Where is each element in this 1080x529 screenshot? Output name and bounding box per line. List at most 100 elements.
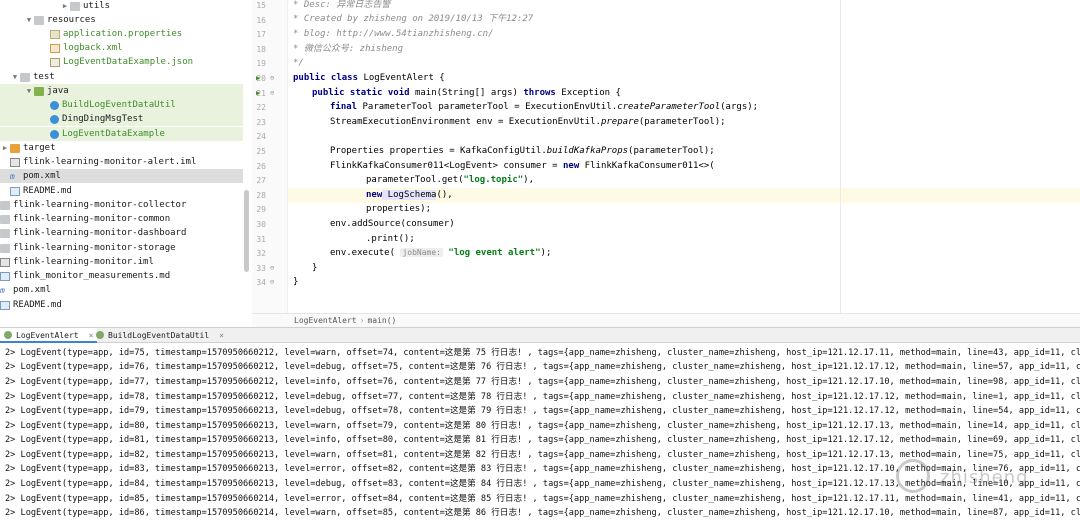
collapse-arrow-icon[interactable]: ▼	[24, 16, 34, 24]
expand-arrow-icon[interactable]: ▶	[0, 144, 10, 152]
line-number: 30	[256, 220, 266, 229]
maven-icon: m	[10, 171, 15, 181]
tree-item-measurements-md[interactable]: flink_monitor_measurements.md	[0, 269, 243, 283]
run-console[interactable]: 2> LogEvent(type=app, id=75, timestamp=1…	[0, 344, 1080, 529]
tree-item-buildlogeventdatautil[interactable]: BuildLogEventDataUtil	[0, 98, 243, 113]
json-file-icon	[50, 57, 60, 67]
code-editor[interactable]: * Desc: 异常日志告警 * Created by zhisheng on …	[288, 0, 1080, 313]
test-source-folder-icon	[34, 86, 44, 96]
code-line-32: env.execute( jobName: "log event alert")…	[330, 248, 552, 258]
line-number: 26	[256, 162, 266, 171]
module-folder-icon	[0, 200, 10, 210]
tree-item-utils[interactable]: ▶ utils	[0, 0, 243, 13]
line-number: 29	[256, 205, 266, 214]
tree-item-pom-xml-selected[interactable]: m pom.xml	[0, 169, 243, 184]
console-line: 2> LogEvent(type=app, id=86, timestamp=1…	[5, 508, 1080, 518]
tree-item-resources[interactable]: ▼ resources	[0, 13, 243, 27]
code-comment: * blog: http://www.54tianzhisheng.cn/	[293, 29, 494, 39]
console-line: 2> LogEvent(type=app, id=78, timestamp=1…	[5, 392, 1080, 402]
tree-item-monitor-storage[interactable]: flink-learning-monitor-storage	[0, 241, 243, 255]
tree-item-test[interactable]: ▼ test	[0, 70, 243, 84]
resources-folder-icon	[34, 15, 44, 25]
line-number: 24	[256, 132, 266, 141]
run-gutter-icon[interactable]: ▶	[256, 74, 260, 82]
watermark-text: zhisheng	[940, 467, 1029, 488]
line-number: 22	[256, 103, 266, 112]
console-line: 2> LogEvent(type=app, id=79, timestamp=1…	[5, 406, 1080, 416]
console-line: 2> LogEvent(type=app, id=76, timestamp=1…	[5, 362, 1080, 372]
code-line-29: properties);	[366, 204, 432, 214]
tree-item-logeventdataexample[interactable]: LogEventDataExample	[0, 127, 243, 142]
code-line-22: final ParameterTool parameterTool = Exec…	[330, 102, 759, 112]
folder-icon	[20, 72, 30, 82]
iml-file-icon	[0, 257, 10, 267]
tree-item-root-pom-xml[interactable]: m pom.xml	[0, 283, 243, 297]
tree-item-monitor-iml[interactable]: flink-learning-monitor.iml	[0, 255, 243, 269]
fold-marker-icon[interactable]: ⊖	[270, 264, 274, 272]
code-comment: * Created by zhisheng on 2019/10/13 下午12…	[293, 14, 534, 24]
line-number: 34	[256, 278, 266, 287]
tree-item-readme-md[interactable]: README.md	[0, 184, 243, 198]
excluded-folder-icon	[10, 143, 20, 153]
maven-icon: m	[0, 285, 5, 295]
code-comment: */	[293, 58, 304, 68]
breadcrumb-method[interactable]: main()	[367, 316, 396, 325]
code-line-28-current: new LogSchema(),	[288, 188, 1080, 203]
folder-icon	[70, 1, 80, 11]
code-line-34: }	[293, 277, 299, 287]
collapse-arrow-icon[interactable]: ▼	[24, 87, 34, 95]
code-line-23: StreamExecutionEnvironment env = Executi…	[330, 117, 726, 127]
code-line-20: public class LogEventAlert {	[293, 73, 445, 83]
tree-item-target[interactable]: ▶ target	[0, 141, 243, 155]
console-line: 2> LogEvent(type=app, id=77, timestamp=1…	[5, 377, 1080, 387]
line-number: 17	[256, 30, 266, 39]
editor-gutter: 15 16 17 18 19 20 21 22 23 24 25 26 27 2…	[252, 0, 288, 313]
class-icon	[50, 100, 59, 110]
console-line: 2> LogEvent(type=app, id=81, timestamp=1…	[5, 435, 1080, 445]
wechat-logo-icon	[896, 459, 930, 493]
collapse-arrow-icon[interactable]: ▼	[10, 73, 20, 81]
tree-item-java[interactable]: ▼ java	[0, 84, 243, 99]
line-number: 27	[256, 176, 266, 185]
line-number: 16	[256, 16, 266, 25]
close-icon[interactable]: ×	[219, 331, 224, 340]
module-folder-icon	[0, 243, 10, 253]
fold-marker-icon[interactable]: ⊖	[270, 89, 274, 97]
line-number: 33	[256, 264, 266, 273]
fold-marker-icon[interactable]: ⊖	[270, 278, 274, 286]
expand-arrow-icon[interactable]: ▶	[60, 2, 70, 10]
tree-item-alert-iml[interactable]: flink-learning-monitor-alert.iml	[0, 155, 243, 169]
code-line-31: .print();	[366, 234, 415, 244]
tab-logeventalert[interactable]: LogEventAlert ×	[0, 328, 98, 343]
xml-file-icon	[50, 43, 60, 53]
tab-buildlogeventdatautil[interactable]: BuildLogEventDataUtil ×	[92, 328, 228, 343]
run-gutter-icon[interactable]: ▶	[256, 89, 260, 97]
tree-item-logback-xml[interactable]: logback.xml	[0, 41, 243, 55]
watermark: zhisheng	[896, 455, 1046, 499]
line-number: 15	[256, 1, 266, 10]
line-number: 31	[256, 235, 266, 244]
module-folder-icon	[0, 228, 10, 238]
tree-item-monitor-common[interactable]: flink-learning-monitor-common	[0, 212, 243, 226]
code-line-25: Properties properties = KafkaConfigUtil.…	[330, 146, 715, 156]
line-number: 28	[256, 191, 266, 200]
tree-item-root-readme-md[interactable]: README.md	[0, 298, 243, 312]
code-line-33: }	[312, 263, 318, 273]
code-comment: * Desc: 异常日志告警	[293, 0, 391, 10]
tree-item-logeventdataexample-json[interactable]: LogEventDataExample.json	[0, 55, 243, 69]
tree-item-dingdingmsgtest[interactable]: DingDingMsgTest	[0, 112, 243, 127]
line-number: 25	[256, 147, 266, 156]
line-number: 19	[256, 59, 266, 68]
right-margin-guide	[840, 0, 841, 313]
markdown-file-icon	[0, 300, 10, 310]
tree-scrollbar[interactable]	[244, 190, 249, 272]
tree-item-monitor-dashboard[interactable]: flink-learning-monitor-dashboard	[0, 226, 243, 240]
run-config-icon	[4, 331, 12, 339]
line-number: 18	[256, 45, 266, 54]
tree-item-application-properties[interactable]: application.properties	[0, 27, 243, 41]
module-folder-icon	[0, 214, 10, 224]
fold-marker-icon[interactable]: ⊖	[270, 74, 274, 82]
tree-item-monitor-collector[interactable]: flink-learning-monitor-collector	[0, 198, 243, 212]
breadcrumb-class[interactable]: LogEventAlert	[294, 316, 357, 325]
breadcrumb-separator: ›	[359, 316, 365, 325]
